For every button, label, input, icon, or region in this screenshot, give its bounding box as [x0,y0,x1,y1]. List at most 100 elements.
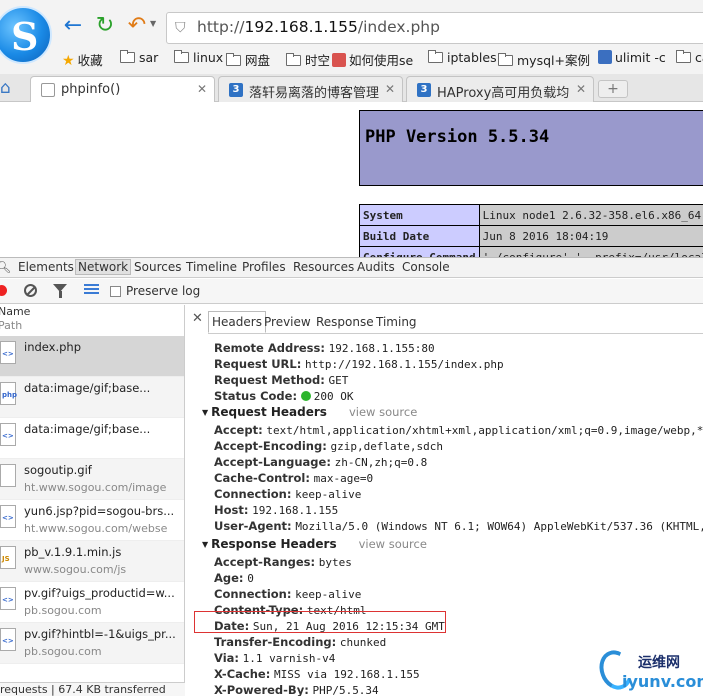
bookmark-label: 如何使用se [349,53,414,68]
clear-icon[interactable] [24,284,37,297]
devtools-tab-sources[interactable]: Sources [134,260,181,274]
chevron-down-icon[interactable]: ▼ [150,19,156,28]
address-bar[interactable]: ⛉ http://192.168.1.155/index.php [166,12,703,44]
request-name: pb_v.1.9.1.min.js [24,545,122,559]
bookmark-2[interactable]: linux [174,50,223,65]
request-row[interactable]: <> index.php [0,336,184,377]
header-key: Remote Address: [214,341,325,355]
new-tab-button[interactable]: + [598,80,628,98]
folder-icon [120,50,135,63]
request-headers-section-title: Request Headers [211,405,327,419]
file-js-icon: JS [0,546,16,569]
header-value: max-age=0 [313,472,374,485]
list-view-icon[interactable] [84,284,99,296]
phpinfo-value: Jun 8 2016 18:04:19 [478,225,703,247]
tab-phpinfo[interactable]: phpinfo() ✕ [30,76,215,103]
header-key: Accept: [214,423,263,437]
tab-haproxy[interactable]: 3 HAProxy高可用负载均衡 ✕ [406,76,594,102]
devtools-tab-profiles[interactable]: Profiles [242,260,286,274]
request-name: pv.gif?hintbl=-1&uigs_pr... [24,627,176,641]
header-value: 1.1 varnish-v4 [242,652,336,665]
x-cache-highlight-box [194,611,446,633]
home-icon[interactable]: ⌂ [0,78,11,98]
file-img-icon: <> [0,423,16,446]
devtools-tab-elements[interactable]: Elements [18,260,74,274]
column-header-name[interactable]: Name [0,305,30,318]
devtools-tab-console[interactable]: Console [402,260,450,274]
request-headers-section[interactable]: ▼ Request Headers view source [202,405,417,419]
subtab-headers[interactable]: Headers [208,311,266,333]
tab-blog-admin[interactable]: 3 落轩易离落的博客管理后台 ✕ [218,76,403,102]
devtools-tab-timeline[interactable]: Timeline [186,260,237,274]
php-version-title: PHP Version 5.5.34 [365,127,550,147]
site-favicon-icon [598,50,612,64]
subtab-timing[interactable]: Timing [376,315,417,329]
close-icon[interactable]: ✕ [197,82,207,96]
bookmark-1[interactable]: sar [120,50,158,65]
bookmark-3[interactable]: 网盘 [226,50,270,69]
undo-close-tab-icon[interactable]: ↶ [124,13,150,39]
request-domain: ht.www.sogou.com/image [24,481,167,494]
request-row[interactable]: <> data:image/gif;base... [0,418,184,459]
devtools-tab-resources[interactable]: Resources [293,260,354,274]
bookmark-5[interactable]: 如何使用se [332,50,413,69]
header-key: User-Agent: [214,519,292,533]
reload-icon[interactable]: ↻ [92,13,118,39]
request-row[interactable]: <> pv.gif?uigs_productid=w... pb.sogou.com [0,582,184,623]
table-row: Build Date Jun 8 2016 18:04:19 [359,225,703,247]
devtools-tab-network[interactable]: Network [75,259,132,275]
close-icon[interactable]: ✕ [385,82,395,96]
bookmark-6[interactable]: iptables [428,50,497,65]
header-key: Age: [214,571,244,585]
record-icon[interactable] [0,285,7,296]
header-key: Accept-Ranges: [214,555,316,569]
header-value: text/html,application/xhtml+xml,applicat… [266,424,703,437]
close-icon[interactable]: ✕ [576,82,586,96]
subtab-preview[interactable]: Preview [264,315,311,329]
address-url[interactable]: http://192.168.1.155/index.php [197,18,440,36]
phpinfo-key: Build Date [359,225,480,247]
subtab-response[interactable]: Response [316,315,374,329]
request-name: data:image/gif;base... [24,422,151,436]
request-details: ✕ Headers Preview Response Timing Remote Ad… [186,305,703,696]
header-row: Connection: keep-alive [214,487,361,501]
bookmark-label: mysql+案例 [517,53,590,68]
bookmark-label: linux [193,50,224,65]
bookmark-8[interactable]: ulimit -c [598,50,666,65]
request-domain: pb.sogou.com [24,645,102,658]
request-row[interactable]: sogoutip.gif ht.www.sogou.com/image [0,459,184,500]
header-row: Request Method: GET [214,373,348,387]
request-row[interactable]: php data:image/gif;base... [0,377,184,418]
request-row[interactable]: JS pb_v.1.9.1.min.js www.sogou.com/js [0,541,184,582]
response-headers-section-title: Response Headers [211,537,337,551]
header-row: Age: 0 [214,571,254,585]
preserve-log-checkbox[interactable] [110,286,121,297]
filter-icon[interactable] [53,284,67,298]
header-value: MISS via 192.168.1.155 [273,668,420,681]
view-source-link[interactable]: view source [349,405,417,419]
request-row[interactable]: <> pv.gif?hintbl=-1&uigs_pr... pb.sogou.co… [0,623,184,664]
back-arrow-icon[interactable]: ← [60,13,86,39]
browser-toolbar: S ← ↻ ↶ ▼ ⛉ http://192.168.1.155/index.p… [0,0,703,74]
header-key: Request Method: [214,373,325,387]
bookmark-0[interactable]: ★ 收藏 [62,50,103,69]
request-row[interactable]: <> yun6.jsp?pid=sogou-brs... ht.www.sogou.… [0,500,184,541]
bookmark-9[interactable]: ca [676,50,703,65]
response-headers-section[interactable]: ▼ Response Headers view source [202,537,427,551]
bookmark-4[interactable]: 时空 [286,50,330,69]
inspect-magnifier-icon[interactable]: 🔍︎ [0,260,11,274]
bookmark-7[interactable]: mysql+案例 [498,50,590,69]
header-row: Request URL: http://192.168.1.155/index.… [214,357,504,371]
header-key: Connection: [214,587,292,601]
header-row: Remote Address: 192.168.1.155:80 [214,341,435,355]
sogou-browser-logo-icon[interactable]: S [0,6,52,64]
header-row: Via: 1.1 varnish-v4 [214,651,335,665]
close-icon[interactable]: ✕ [192,311,203,326]
view-source-link[interactable]: view source [359,537,427,551]
watermark: 运维网 iyunv.com [594,645,703,696]
file-doc-icon: <> [0,341,16,364]
devtools-tab-audits[interactable]: Audits [357,260,395,274]
folder-icon [226,53,241,66]
header-key: Via: [214,651,239,665]
table-row: Configure Command './configure' '--prefi… [359,246,703,257]
